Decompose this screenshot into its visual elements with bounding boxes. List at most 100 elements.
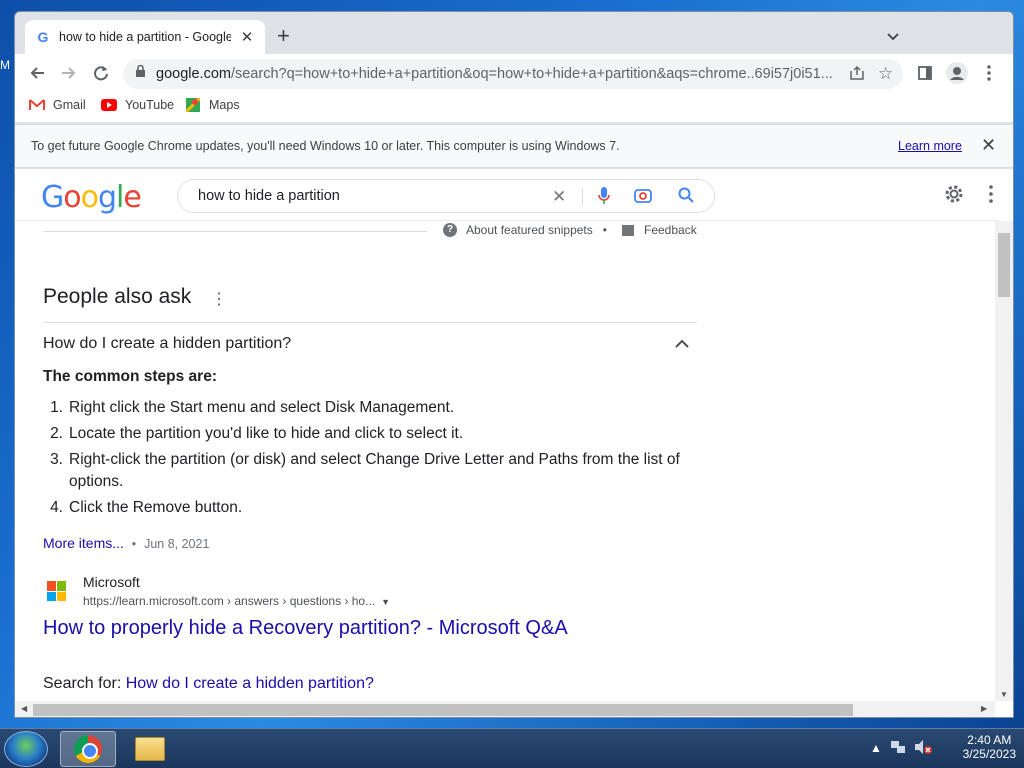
lock-icon[interactable]: [135, 64, 146, 83]
snippet-date: Jun 8, 2021: [144, 537, 210, 551]
address-bar[interactable]: google.com/search?q=how+to+hide+a+partit…: [123, 59, 903, 89]
list-item: 1. Right click the Start menu and select …: [43, 397, 683, 419]
show-hidden-icons-icon[interactable]: ▲: [870, 741, 882, 755]
side-panel-icon[interactable]: [913, 62, 937, 84]
help-circle-icon: ?: [443, 223, 457, 237]
folder-icon: [135, 737, 165, 761]
chrome-icon: [74, 735, 102, 763]
separator-dot: •: [131, 537, 137, 551]
bookmark-gmail[interactable]: Gmail: [29, 98, 86, 112]
chevron-up-icon[interactable]: [675, 335, 689, 353]
clock[interactable]: 2:40 AM 3/25/2023: [963, 733, 1016, 761]
bookmark-youtube[interactable]: YouTube: [101, 98, 174, 112]
google-header: Google how to hide a partition ✕: [15, 169, 999, 221]
people-also-ask-title: People also ask: [43, 285, 192, 308]
more-items-link[interactable]: More items...: [43, 535, 124, 551]
windows-update-infobar: To get future Google Chrome updates, you…: [15, 124, 1013, 168]
settings-gear-icon[interactable]: [943, 183, 965, 210]
google-logo[interactable]: Google: [41, 180, 142, 215]
search-input[interactable]: how to hide a partition: [198, 188, 538, 204]
search-for-label: Search for:: [43, 675, 122, 692]
bookmark-label: Maps: [209, 98, 240, 112]
step-text: Right click the Start menu and select Di…: [69, 399, 455, 416]
chrome-window: ▁ ❐ ✕ G how to hide a partition - Google…: [14, 11, 1014, 718]
url-path: /search?q=how+to+hide+a+partition&oq=how…: [230, 66, 833, 82]
list-item: 4. Click the Remove button.: [43, 497, 683, 519]
bookmark-label: YouTube: [125, 98, 175, 112]
scrollbar-thumb[interactable]: [998, 233, 1010, 297]
profile-avatar-icon[interactable]: [945, 62, 969, 84]
bookmark-maps[interactable]: Maps: [185, 98, 240, 112]
divider: [43, 231, 427, 232]
volume-muted-icon[interactable]: [914, 739, 932, 758]
gmail-icon: [29, 98, 45, 112]
step-text: Click the Remove button.: [69, 499, 243, 516]
infobar-message: To get future Google Chrome updates, you…: [31, 139, 620, 153]
about-snippets-label: About featured snippets: [466, 223, 593, 237]
maps-icon: [185, 98, 201, 112]
image-search-camera-icon[interactable]: [634, 187, 652, 208]
clock-time: 2:40 AM: [967, 733, 1012, 747]
step-number: 2.: [50, 425, 63, 442]
scroll-right-arrow-icon[interactable]: ▶: [981, 704, 987, 713]
tab-strip: G how to hide a partition - Google ✕ +: [15, 12, 1013, 54]
list-item: 3. Right-click the partition (or disk) an…: [43, 449, 683, 493]
scroll-left-arrow-icon[interactable]: ◀: [21, 704, 27, 713]
taskbar: ▲ 2:40 AM 3/25/2023: [0, 728, 1024, 768]
about-featured-snippets[interactable]: ? About featured snippets •: [443, 223, 617, 237]
step-number: 4.: [50, 499, 63, 516]
search-for-row: Search for: How do I create a hidden par…: [43, 675, 374, 693]
feedback-label: Feedback: [644, 223, 697, 237]
steps-heading: The common steps are:: [43, 368, 217, 385]
divider: [43, 322, 697, 323]
search-icon[interactable]: [678, 187, 694, 208]
taskbar-chrome[interactable]: [60, 731, 116, 767]
step-number: 3.: [50, 451, 63, 468]
clock-date: 3/25/2023: [962, 747, 1016, 761]
search-for-link[interactable]: How do I create a hidden partition?: [126, 675, 374, 692]
share-icon[interactable]: [849, 65, 865, 86]
bookmark-star-icon[interactable]: ☆: [878, 64, 893, 84]
google-apps-icon[interactable]: [989, 185, 993, 208]
clear-search-icon[interactable]: ✕: [552, 187, 566, 207]
url-text: google.com/search?q=how+to+hide+a+partit…: [156, 66, 836, 82]
youtube-icon: [101, 98, 117, 112]
source-url: https://learn.microsoft.com › answers › …: [83, 594, 390, 608]
new-tab-button[interactable]: +: [277, 25, 290, 47]
chrome-menu-icon[interactable]: [977, 62, 1001, 84]
snippet-footer: ? About featured snippets • Feedback: [43, 221, 703, 247]
learn-more-link[interactable]: Learn more: [898, 139, 962, 153]
result-title-link[interactable]: How to properly hide a Recovery partitio…: [43, 617, 568, 640]
voice-search-mic-icon[interactable]: [598, 187, 610, 210]
divider: [582, 188, 583, 206]
source-name: Microsoft: [83, 574, 140, 590]
url-domain: google.com: [156, 66, 231, 82]
start-button[interactable]: [4, 731, 48, 767]
scrollbar-thumb[interactable]: [33, 704, 853, 716]
bookmark-label: Gmail: [53, 98, 86, 112]
more-options-icon[interactable]: ⋮: [211, 289, 227, 309]
separator-dot: •: [602, 223, 607, 237]
feedback-link[interactable]: Feedback: [622, 223, 697, 237]
tab-close-icon[interactable]: ✕: [239, 28, 255, 46]
infobar-close-icon[interactable]: ✕: [981, 135, 996, 156]
taskbar-explorer[interactable]: [122, 731, 178, 767]
back-arrow-icon[interactable]: [25, 62, 49, 84]
steps-list: 1. Right click the Start menu and select …: [43, 397, 683, 523]
vertical-scrollbar[interactable]: ▼: [995, 221, 1013, 701]
horizontal-scrollbar[interactable]: ◀ ▶: [15, 701, 995, 717]
bookmarks-bar: Gmail YouTube Maps: [15, 92, 1013, 122]
tab-google-search[interactable]: G how to hide a partition - Google ✕: [25, 20, 265, 54]
forward-arrow-icon[interactable]: [57, 62, 81, 84]
toolbar: google.com/search?q=how+to+hide+a+partit…: [15, 54, 1013, 92]
google-favicon-icon: G: [37, 29, 49, 45]
reload-icon[interactable]: [89, 62, 113, 84]
step-number: 1.: [50, 399, 63, 416]
scroll-down-arrow-icon[interactable]: ▼: [1000, 690, 1008, 699]
paa-question[interactable]: How do I create a hidden partition?: [43, 335, 291, 353]
search-box[interactable]: how to hide a partition ✕: [177, 179, 715, 213]
list-item: 2. Locate the partition you'd like to hid…: [43, 423, 683, 445]
caret-down-icon[interactable]: ▼: [381, 597, 390, 607]
tab-search-chevron-icon[interactable]: [887, 28, 899, 46]
network-icon[interactable]: [890, 739, 906, 758]
